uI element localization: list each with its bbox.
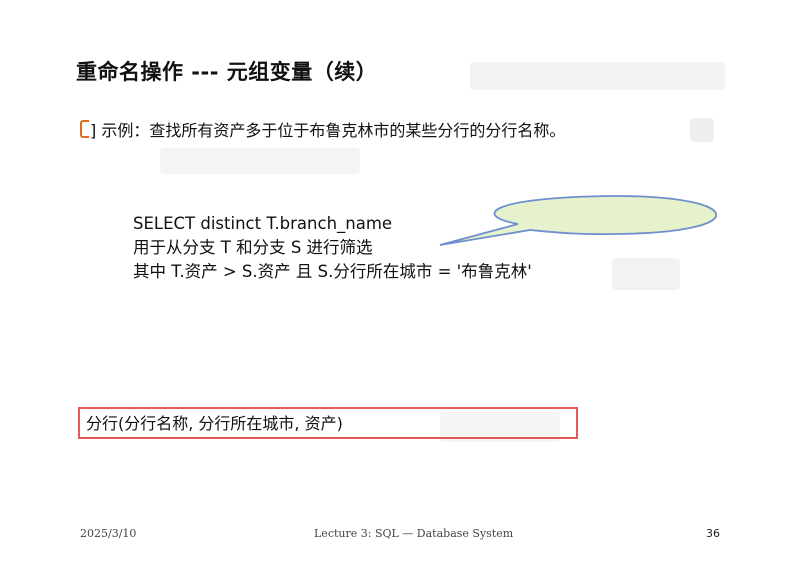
- query-block: SELECT distinct T.branch_name 用于从分支 T 和分…: [133, 212, 532, 284]
- example-paragraph: ] 示例：查找所有资产多于位于布鲁克林市的某些分行的分行名称。: [80, 118, 680, 143]
- query-line-from: 用于从分支 T 和分支 S 进行筛选: [133, 238, 373, 257]
- query-line-where: 其中 T.资产 > S.资产 且 S.分行所在城市 = '布鲁克林': [133, 262, 532, 281]
- schema-box: 分行(分行名称, 分行所在城市, 资产): [78, 407, 578, 439]
- schema-text: 分行(分行名称, 分行所在城市, 资产): [86, 414, 343, 433]
- faded-artifact: [612, 258, 680, 290]
- slide-title: 重命名操作 --- 元组变量（续）: [76, 60, 378, 84]
- example-text: 示例：查找所有资产多于位于布鲁克林市的某些分行的分行名称。: [101, 121, 566, 140]
- footer-date: 2025/3/10: [80, 527, 137, 540]
- faded-artifact: [470, 62, 725, 90]
- query-line-select: SELECT distinct T.branch_name: [133, 214, 393, 233]
- bullet-marker-text: ]: [90, 121, 97, 140]
- footer-lecture: Lecture 3: SQL — Database System: [314, 527, 514, 540]
- faded-artifact: [160, 148, 360, 174]
- page-number: 36: [706, 527, 720, 540]
- bullet-marker-icon: [80, 120, 89, 138]
- faded-artifact: [690, 118, 714, 142]
